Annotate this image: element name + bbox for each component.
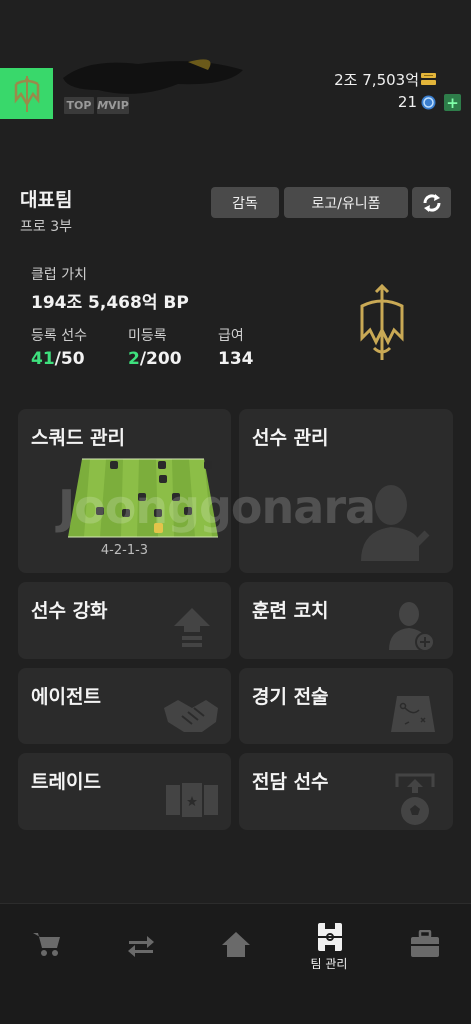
dedicated-ball-icon xyxy=(395,773,435,825)
salary-value: 134 xyxy=(218,349,254,369)
refresh-icon xyxy=(422,193,441,212)
registered-label: 등록 선수 xyxy=(31,328,87,344)
team-logo-badge[interactable] xyxy=(0,68,53,119)
coin-balance: 2조 7,503억 xyxy=(334,71,419,89)
watermark: Joonggonara xyxy=(58,480,376,534)
registered-current: 41 xyxy=(31,349,55,369)
nav-shop[interactable] xyxy=(32,930,62,962)
nav-transfer[interactable] xyxy=(127,934,155,962)
unregistered-current: 2 xyxy=(128,349,140,369)
unregistered-label: 미등록 xyxy=(128,328,167,344)
team-logo-icon xyxy=(14,75,39,112)
nav-inventory[interactable] xyxy=(410,929,440,962)
unregistered-max: /200 xyxy=(139,349,182,369)
dedicated-player-title: 전담 선수 xyxy=(252,771,329,793)
unregistered-count: 2/200 xyxy=(128,349,182,369)
vip-m-icon: M xyxy=(97,99,109,112)
redacted-name xyxy=(63,59,243,94)
nav-home[interactable] xyxy=(221,930,251,962)
upgrade-arrow-icon xyxy=(174,608,210,647)
vip-tag: M VIP xyxy=(97,97,129,114)
agent-tile[interactable]: 에이전트 xyxy=(18,668,231,744)
club-value: 194조 5,468억 BP xyxy=(31,293,189,313)
coach-add-icon xyxy=(389,602,435,652)
player-enhance-title: 선수 강화 xyxy=(31,600,108,622)
registered-max: /50 xyxy=(54,349,85,369)
handshake-icon xyxy=(164,700,218,732)
player-enhance-tile[interactable]: 선수 강화 xyxy=(18,582,231,659)
shop-cart-icon xyxy=(33,933,60,956)
team-name: 대표팀 xyxy=(20,189,73,211)
mc-balance: 21 xyxy=(397,93,417,111)
home-icon xyxy=(222,932,250,957)
logo-uniform-button[interactable]: 로고/유니폼 xyxy=(284,187,408,218)
club-value-label: 클럽 가치 xyxy=(31,267,87,283)
trade-title: 트레이드 xyxy=(31,771,101,793)
tactics-board-icon xyxy=(391,696,435,732)
transfer-arrows-icon xyxy=(128,936,154,957)
match-tactics-tile[interactable]: 경기 전술 xyxy=(239,668,453,744)
training-coach-tile[interactable]: 훈련 코치 xyxy=(239,582,453,659)
trade-tile[interactable]: 트레이드 xyxy=(18,753,231,830)
nav-team-manage[interactable] xyxy=(317,922,343,956)
registered-count: 41/50 xyxy=(31,349,85,369)
nav-team-manage-label: 팀 관리 xyxy=(310,957,348,971)
trade-cards-icon xyxy=(166,783,218,817)
vip-tag-label: VIP xyxy=(108,99,129,112)
mc-icon xyxy=(421,95,436,110)
dedicated-player-tile[interactable]: 전담 선수 xyxy=(239,753,453,830)
salary-label: 급여 xyxy=(218,328,244,344)
bottom-nav xyxy=(0,903,471,1024)
team-emblem-icon xyxy=(360,284,404,360)
squad-management-title: 스쿼드 관리 xyxy=(31,427,126,449)
match-tactics-title: 경기 전술 xyxy=(252,686,329,708)
switch-team-button[interactable] xyxy=(412,187,451,218)
team-manage-icon xyxy=(318,923,342,951)
player-management-title: 선수 관리 xyxy=(252,427,329,449)
inventory-bag-icon xyxy=(411,929,439,957)
training-coach-title: 훈련 코치 xyxy=(252,600,329,622)
top-tag: TOP xyxy=(64,97,94,114)
formation-label: 4-2-1-3 xyxy=(100,543,149,558)
team-division: 프로 3부 xyxy=(20,219,72,235)
agent-title: 에이전트 xyxy=(31,686,101,708)
plus-button[interactable]: + xyxy=(444,94,461,112)
coach-button[interactable]: 감독 xyxy=(211,187,279,218)
coin-icon xyxy=(421,73,436,85)
